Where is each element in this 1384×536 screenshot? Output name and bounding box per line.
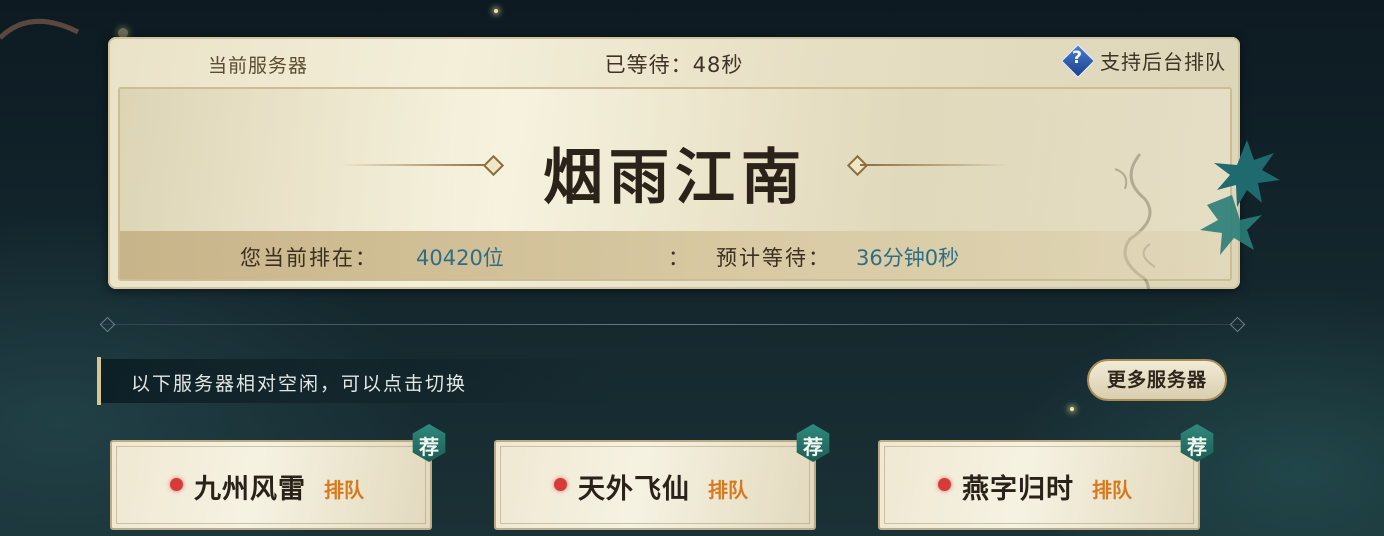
recommend-badge-text: 荐 xyxy=(1187,435,1207,459)
recommend-badge: 荐 xyxy=(794,424,832,462)
sparkle xyxy=(494,9,498,13)
queue-info-bar: 您当前排在： 40420位 ： 预计等待： 36分钟0秒 xyxy=(120,231,1230,279)
server-card-3[interactable]: 燕字归时 排队 荐 xyxy=(878,424,1214,530)
server-card-status: 排队 xyxy=(324,478,364,502)
recommend-badge: 荐 xyxy=(1178,424,1216,462)
section-divider xyxy=(100,324,1245,325)
queue-card: 当前服务器 已等待：48秒 ? 支持后台排队 烟雨江南 您当前排在： 40420… xyxy=(108,37,1240,289)
help-icon[interactable]: ? xyxy=(1061,44,1095,78)
server-name: 烟雨江南 xyxy=(543,143,807,213)
background-queue-label: 支持后台排队 xyxy=(1100,49,1226,74)
queue-header: 当前服务器 已等待：48秒 ? 支持后台排队 xyxy=(108,37,1240,89)
rank-label: 您当前排在： xyxy=(240,246,378,270)
idle-servers-header: 以下服务器相对空闲，可以点击切换 更多服务器 xyxy=(97,357,1227,405)
maple-leaf-icon xyxy=(1200,140,1280,255)
recommend-badge: 荐 xyxy=(410,424,448,462)
rank-value: 40420位 xyxy=(416,246,504,270)
divider-end-right xyxy=(1229,316,1246,333)
server-card-name: 燕字归时 xyxy=(962,474,1074,505)
eta-label: 预计等待： xyxy=(716,246,831,270)
eta-value: 36分钟0秒 xyxy=(856,246,960,270)
idle-hint-text: 以下服务器相对空闲，可以点击切换 xyxy=(131,373,468,395)
status-dot-icon xyxy=(554,478,567,491)
server-card-name: 天外飞仙 xyxy=(578,474,690,505)
background-queue-info[interactable]: ? 支持后台排队 xyxy=(1061,44,1226,78)
swirl-decoration xyxy=(0,18,80,40)
status-dot-icon xyxy=(938,478,951,491)
info-separator: ： xyxy=(668,246,689,270)
more-servers-button[interactable]: 更多服务器 xyxy=(1087,359,1227,401)
sparkle xyxy=(1070,407,1074,411)
recommend-badge-text: 荐 xyxy=(803,435,823,459)
ornament-line-right xyxy=(860,164,1010,166)
server-panel: 烟雨江南 您当前排在： 40420位 ： 预计等待： 36分钟0秒 xyxy=(118,87,1232,289)
recommend-badge-text: 荐 xyxy=(419,435,439,459)
status-dot-icon xyxy=(170,478,183,491)
server-card-name: 九州风雷 xyxy=(194,474,306,505)
server-card-status: 排队 xyxy=(1092,478,1132,502)
server-card-status: 排队 xyxy=(708,478,748,502)
server-card-1[interactable]: 九州风雷 排队 荐 xyxy=(110,424,446,530)
server-card-2[interactable]: 天外飞仙 排队 荐 xyxy=(494,424,830,530)
